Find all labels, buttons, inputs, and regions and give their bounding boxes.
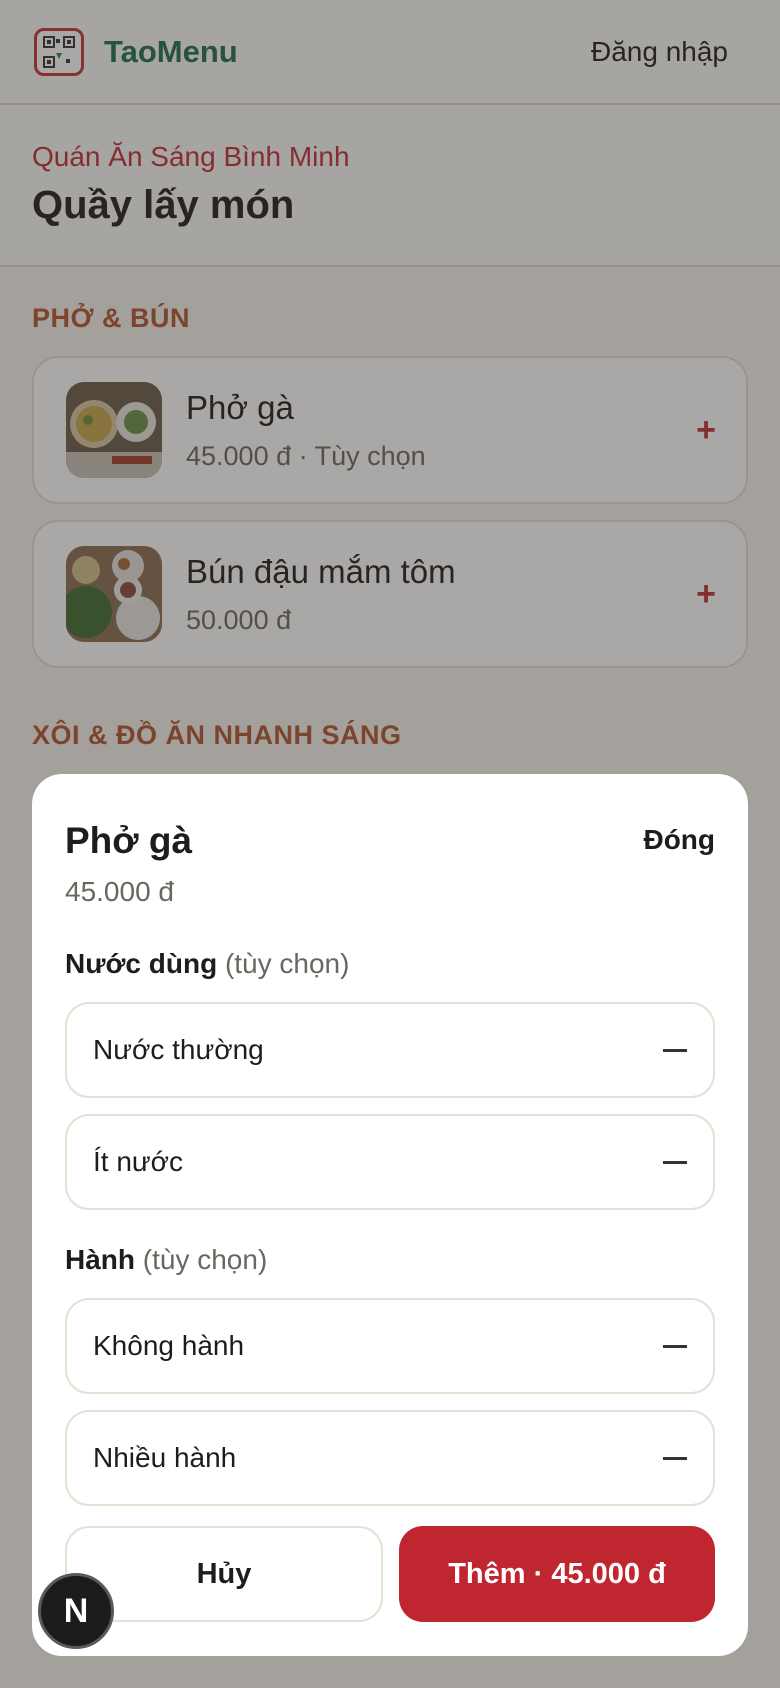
option-khong-hanh[interactable]: Không hành xyxy=(65,1298,715,1394)
option-it-nuoc[interactable]: Ít nước xyxy=(65,1114,715,1210)
modal-title: Phở gà xyxy=(65,820,193,861)
option-nuoc-thuong[interactable]: Nước thường xyxy=(65,1002,715,1098)
option-label: Nước thường xyxy=(93,1034,264,1065)
option-label: Ít nước xyxy=(93,1146,184,1177)
modal-price: 45.000 đ xyxy=(65,876,174,907)
group-hint: (tùy chọn) xyxy=(224,948,350,979)
option-group-label: Hành (tùy chọn) xyxy=(65,1244,715,1276)
minus-icon[interactable] xyxy=(663,1456,687,1460)
close-button[interactable]: Đóng xyxy=(643,824,715,862)
option-label: Nhiều hành xyxy=(93,1442,237,1473)
option-nhieu-hanh[interactable]: Nhiều hành xyxy=(65,1410,715,1506)
minus-icon[interactable] xyxy=(663,1160,687,1164)
add-to-order-button[interactable]: Thêm · 45.000 đ xyxy=(399,1526,715,1622)
group-hint: (tùy chọn) xyxy=(142,1244,268,1275)
item-options-modal: Phở gà Đóng 45.000 đ Nước dùng (tùy chọn… xyxy=(32,774,748,1656)
option-group-label: Nước dùng (tùy chọn) xyxy=(65,948,715,980)
group-name: Nước dùng xyxy=(65,948,218,979)
minus-icon[interactable] xyxy=(663,1344,687,1348)
next-badge-icon[interactable]: N xyxy=(38,1573,114,1649)
minus-icon[interactable] xyxy=(663,1048,687,1052)
modal-actions: Hủy Thêm · 45.000 đ xyxy=(65,1526,715,1622)
option-label: Không hành xyxy=(93,1330,245,1361)
group-name: Hành xyxy=(65,1244,135,1275)
